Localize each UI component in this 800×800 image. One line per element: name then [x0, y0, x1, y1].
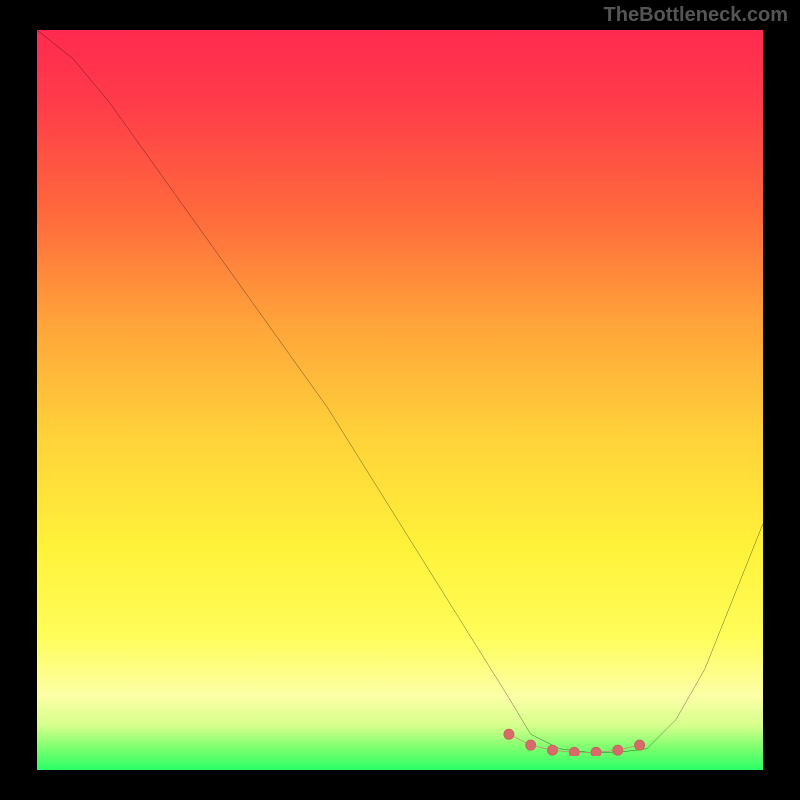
optimal-point-marker: [569, 747, 579, 756]
optimal-zone-markers: [37, 30, 763, 756]
optimal-point-marker: [591, 747, 601, 756]
optimal-point-marker: [504, 729, 514, 739]
optimal-point-marker: [634, 740, 644, 750]
chart-plot-area: [37, 30, 763, 770]
watermark-text: TheBottleneck.com: [604, 4, 788, 27]
